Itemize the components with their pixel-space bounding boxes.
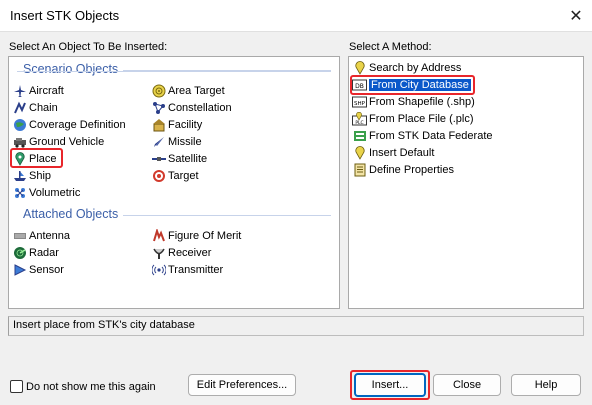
do-not-show-checkbox-row[interactable]: Do not show me this again (10, 380, 156, 393)
constellation-icon (152, 101, 166, 115)
object-coverage-definition[interactable]: Coverage Definition (13, 117, 126, 133)
do-not-show-checkbox[interactable] (10, 380, 23, 393)
object-missile[interactable]: Missile (152, 134, 202, 150)
object-constellation[interactable]: Constellation (152, 100, 232, 116)
sensor-icon (13, 263, 27, 277)
description-box: Insert place from STK's city database (8, 316, 584, 336)
ship-icon (13, 169, 27, 183)
place-icon (13, 152, 27, 166)
window-title: Insert STK Objects (10, 8, 120, 23)
method-from-stk-data-federate[interactable]: From STK Data Federate (352, 128, 496, 144)
coverage-definition-icon (13, 118, 27, 132)
data-federate-icon (352, 129, 367, 143)
insert-button[interactable]: Insert... (354, 373, 426, 397)
properties-icon (352, 163, 367, 177)
antenna-icon (13, 229, 27, 243)
group-rule (123, 215, 331, 216)
place-file-icon: PLC (352, 112, 367, 126)
method-from-shapefile[interactable]: SHP From Shapefile (.shp) (352, 94, 478, 110)
group-rule (123, 70, 331, 71)
method-from-place-file[interactable]: PLC From Place File (.plc) (352, 111, 477, 127)
do-not-show-label: Do not show me this again (26, 380, 156, 393)
object-volumetric[interactable]: Volumetric (13, 185, 80, 201)
method-section-label: Select A Method: (349, 41, 432, 53)
method-from-city-database[interactable]: DB From City Database (352, 77, 474, 93)
object-transmitter[interactable]: Transmitter (152, 262, 223, 278)
object-antenna[interactable]: Antenna (13, 228, 70, 244)
ground-vehicle-icon (13, 135, 27, 149)
object-place[interactable]: Place (13, 151, 57, 167)
object-chain[interactable]: Chain (13, 100, 58, 116)
svg-text:DB: DB (355, 83, 364, 90)
volumetric-icon (13, 186, 27, 200)
figure-of-merit-icon (152, 229, 166, 243)
method-list-panel: Search by Address DB From City Database … (348, 56, 584, 309)
database-icon: DB (352, 78, 367, 92)
group-title-scenario: Scenario Objects (23, 62, 119, 76)
object-radar[interactable]: Radar (13, 245, 59, 261)
method-insert-default[interactable]: Insert Default (352, 145, 437, 161)
object-figure-of-merit[interactable]: Figure Of Merit (152, 228, 241, 244)
object-satellite[interactable]: Satellite (152, 151, 207, 167)
object-facility[interactable]: Facility (152, 117, 202, 133)
object-ship[interactable]: Ship (13, 168, 51, 184)
object-aircraft[interactable]: Aircraft (13, 83, 64, 99)
svg-text:SHP: SHP (354, 101, 366, 107)
svg-text:PLC: PLC (355, 120, 363, 126)
close-button[interactable]: Close (433, 374, 501, 396)
pin-icon (352, 146, 367, 160)
object-list-panel: Scenario Objects Aircraft Chain Coverage… (8, 56, 340, 309)
help-button[interactable]: Help (511, 374, 581, 396)
object-section-label: Select An Object To Be Inserted: (9, 41, 168, 53)
shapefile-icon: SHP (352, 95, 367, 109)
pin-icon (352, 61, 367, 75)
satellite-icon (152, 152, 166, 166)
close-icon[interactable]: ✕ (560, 0, 592, 31)
method-search-by-address[interactable]: Search by Address (352, 60, 464, 76)
receiver-icon (152, 246, 166, 260)
aircraft-icon (13, 84, 27, 98)
object-ground-vehicle[interactable]: Ground Vehicle (13, 134, 104, 150)
object-receiver[interactable]: Receiver (152, 245, 211, 261)
object-sensor[interactable]: Sensor (13, 262, 64, 278)
facility-icon (152, 118, 166, 132)
radar-icon (13, 246, 27, 260)
object-target[interactable]: Target (152, 168, 199, 184)
object-area-target[interactable]: Area Target (152, 83, 225, 99)
group-title-attached: Attached Objects (23, 207, 119, 221)
target-icon (152, 169, 166, 183)
transmitter-icon (152, 263, 166, 277)
missile-icon (152, 135, 166, 149)
chain-icon (13, 101, 27, 115)
area-target-icon (152, 84, 166, 98)
method-define-properties[interactable]: Define Properties (352, 162, 457, 178)
edit-preferences-button[interactable]: Edit Preferences... (188, 374, 296, 396)
title-bar: Insert STK Objects ✕ (0, 0, 592, 32)
